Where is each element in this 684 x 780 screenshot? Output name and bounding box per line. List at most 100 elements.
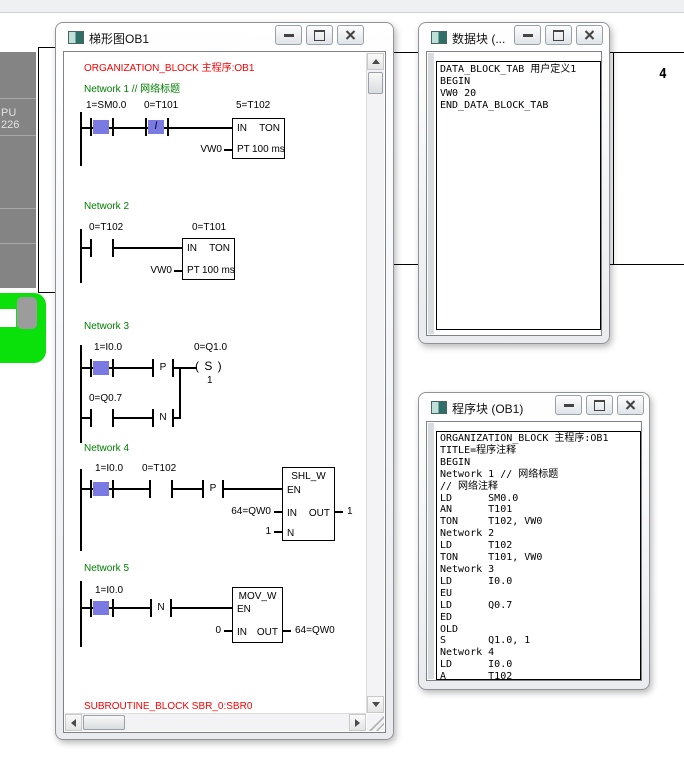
box-type-label: TON	[209, 243, 230, 254]
code-line: LD I0.0	[440, 576, 640, 588]
code-line: AN T101	[440, 504, 640, 516]
operand-label: 1=SM0.0	[86, 100, 126, 111]
wire	[173, 488, 204, 490]
code-line: END_DATA_BLOCK_TAB	[440, 100, 600, 112]
contact-energized[interactable]	[93, 601, 109, 615]
box-time-label: 100 ms	[202, 265, 235, 276]
contact-bar	[112, 480, 114, 498]
contact-energized[interactable]	[93, 361, 109, 375]
scroll-down-button[interactable]	[367, 696, 384, 713]
datablock-window-controls	[514, 25, 603, 45]
contact-bar	[149, 480, 151, 498]
minimize-button[interactable]	[275, 25, 302, 45]
code-line: Network 2	[440, 528, 640, 540]
scroll-left-button[interactable]	[65, 714, 82, 731]
box-pin-label: OUT	[309, 508, 330, 519]
wire	[274, 511, 282, 513]
contact-bar	[112, 118, 114, 136]
vertical-scrollbar[interactable]	[366, 53, 384, 713]
wire	[174, 270, 182, 272]
restore-button[interactable]	[306, 25, 333, 45]
window-icon	[431, 31, 447, 44]
contact-energized[interactable]	[93, 120, 109, 134]
code-line: ORGANIZATION_BLOCK 主程序:OB1	[440, 433, 640, 445]
editor-gutter	[428, 423, 434, 679]
box-pin-label: IN	[287, 508, 297, 519]
negative-edge-contact[interactable]: N	[152, 602, 170, 614]
operand-label: VW0	[190, 144, 222, 155]
wire	[274, 531, 282, 533]
minimize-button[interactable]	[555, 395, 582, 415]
frame-divider	[613, 53, 614, 264]
wire	[114, 247, 182, 249]
background-value: 4	[659, 67, 667, 82]
close-icon	[584, 30, 595, 40]
horizontal-scroll-thumb[interactable]	[83, 715, 125, 730]
ton-box[interactable]: IN TON PT 100 ms	[232, 118, 285, 159]
editor-gutter	[428, 53, 434, 334]
contact-nc-energized[interactable]: /	[148, 120, 164, 134]
box-pin-label: N	[287, 528, 294, 539]
positive-edge-contact[interactable]: P	[204, 483, 222, 495]
plc-simulator-workspace: { "desktop": { "pu_label": "PU 226", "va…	[0, 0, 684, 780]
contact-energized[interactable]	[93, 482, 109, 496]
vertical-scroll-thumb[interactable]	[368, 72, 383, 94]
set-coil[interactable]: ( S )	[195, 360, 223, 373]
code-line: TITLE=程序注释	[440, 445, 640, 457]
code-line: DATA_BLOCK_TAB 用户定义1	[440, 64, 600, 76]
ladder-window-controls	[275, 25, 364, 45]
code-line: ED	[440, 612, 640, 624]
power-rail	[80, 469, 82, 551]
subroutine-header: SUBROUTINE_BLOCK SBR_0:SBR0	[84, 701, 252, 712]
power-rail	[80, 112, 82, 166]
panel-divider	[0, 98, 36, 99]
contact-bar	[112, 359, 114, 377]
power-plug-icon	[0, 293, 46, 363]
wire	[224, 488, 282, 490]
restore-icon	[553, 30, 564, 41]
close-button[interactable]	[337, 25, 364, 45]
negative-edge-contact[interactable]: N	[154, 412, 172, 424]
cpu-panel: PU 226	[0, 52, 36, 288]
minimize-icon	[523, 34, 533, 37]
datablock-text[interactable]: DATA_BLOCK_TAB 用户定义1 BEGIN VW0 20 END_DA…	[436, 61, 601, 330]
restore-button[interactable]	[545, 25, 572, 45]
contact-bar	[112, 409, 114, 427]
ladder-editor[interactable]: ORGANIZATION_BLOCK 主程序:OB1 Network 1 // …	[63, 51, 386, 733]
shl-w-box[interactable]: SHL_W EN IN OUT N	[282, 467, 335, 541]
power-rail	[80, 229, 82, 283]
scroll-right-button[interactable]	[349, 714, 366, 731]
network-4-label: Network 4	[84, 443, 129, 454]
close-button[interactable]	[617, 395, 644, 415]
ladder-window: 梯形图OB1 ORGANIZATION_BLOCK 主程序:OB1 Networ…	[55, 22, 394, 740]
ladder-canvas: ORGANIZATION_BLOCK 主程序:OB1 Network 1 // …	[65, 53, 366, 713]
code-line: BEGIN	[440, 76, 600, 88]
operand-label: 0=T101	[192, 222, 226, 233]
scroll-up-button[interactable]	[367, 53, 384, 70]
minimize-button[interactable]	[514, 25, 541, 45]
operand-label: VW0	[140, 265, 172, 276]
program-editor: ORGANIZATION_BLOCK 主程序:OB1 TITLE=程序注释 BE…	[426, 421, 642, 681]
operand-label: 64=QW0	[295, 625, 335, 636]
wire	[224, 630, 232, 632]
contact-bar	[112, 599, 114, 617]
network-3-label: Network 3	[84, 321, 129, 332]
operand-label: 1=I0.0	[95, 585, 123, 596]
horizontal-scrollbar[interactable]	[65, 713, 366, 731]
box-type-label: TON	[259, 123, 280, 134]
code-line: Network 4	[440, 647, 640, 659]
resize-grip[interactable]	[367, 714, 384, 731]
box-pin-label: OUT	[257, 627, 278, 638]
code-line: A T102	[440, 671, 640, 680]
program-text[interactable]: ORGANIZATION_BLOCK 主程序:OB1 TITLE=程序注释 BE…	[436, 431, 641, 680]
network-1-label: Network 1 // 网络标题	[84, 84, 180, 95]
box-title: SHL_W	[283, 471, 334, 482]
mov-w-box[interactable]: MOV_W EN IN OUT	[232, 587, 283, 643]
arrow-left-icon	[71, 719, 76, 727]
program-window-controls	[555, 395, 644, 415]
restore-button[interactable]	[586, 395, 613, 415]
minimize-icon	[564, 404, 574, 407]
ton-box[interactable]: IN TON PT 100 ms	[182, 238, 235, 280]
close-button[interactable]	[576, 25, 603, 45]
positive-edge-contact[interactable]: P	[154, 362, 172, 374]
